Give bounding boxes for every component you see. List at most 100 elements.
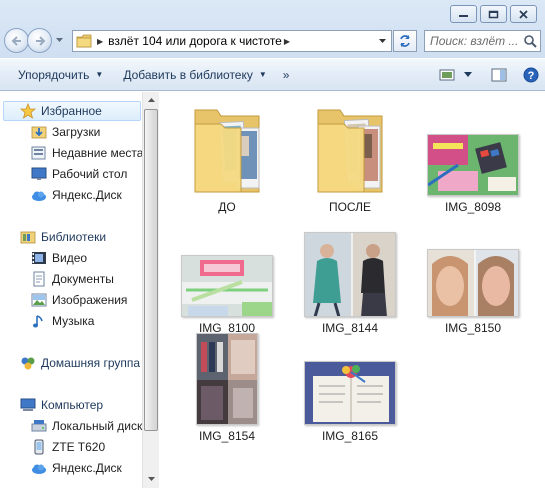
sidebar-item-zte-phone[interactable]: ZTE T620 (30, 437, 105, 457)
chevron-down-icon (378, 38, 386, 43)
sidebar-item-documents[interactable]: Документы (30, 269, 114, 289)
photo-thumbnail-desk-supplies (428, 135, 518, 195)
folder-icon (73, 31, 95, 51)
chevron-down-icon (55, 38, 63, 42)
address-bar[interactable]: ▶ взлёт 104 или дорога к чистоте ▶ (72, 30, 392, 52)
image-file-item[interactable]: IMG_8144 (295, 217, 405, 335)
add-to-library-button[interactable]: Добавить в библиотеку ▼ (115, 63, 274, 87)
image-thumbnail (423, 96, 523, 196)
image-file-item[interactable]: IMG_8150 (418, 217, 528, 335)
sidebar-item-label: Домашняя группа (41, 356, 141, 370)
more-commands-button[interactable]: » (275, 68, 296, 82)
file-list: ДО ПОСЛЕ IMG_8098 IMG_8100 IMG_8144 IMG_… (160, 92, 545, 488)
organize-menu-button[interactable]: Упорядочить ▼ (10, 63, 111, 87)
sidebar-item-label: Избранное (41, 104, 102, 118)
sidebar-item-desktop[interactable]: Рабочий стол (30, 164, 127, 184)
sidebar-item-downloads[interactable]: Загрузки (30, 122, 100, 142)
image-file-item[interactable]: IMG_8165 (295, 325, 405, 443)
chevron-down-icon (464, 72, 472, 77)
desktop-icon (30, 165, 48, 183)
help-icon: ? (523, 67, 539, 83)
sidebar-item-homegroup[interactable]: Домашняя группа (19, 353, 140, 373)
recent-pages-dropdown[interactable] (54, 28, 64, 53)
scroll-down-button[interactable] (143, 471, 159, 488)
folder-thumbnail (177, 96, 277, 196)
sidebar-item-label: Изображения (52, 293, 128, 307)
local-disk-icon (30, 417, 48, 435)
sidebar-item-label: Яндекс.Диск (52, 188, 122, 202)
image-file-item[interactable]: IMG_8098 (418, 96, 528, 214)
search-icon[interactable] (523, 34, 537, 48)
sidebar-item-label: Загрузки (52, 125, 101, 139)
maximize-icon (488, 10, 499, 18)
svg-text:?: ? (528, 70, 535, 82)
preview-pane-icon (491, 68, 507, 82)
sidebar-item-label: Документы (52, 272, 114, 286)
folder-icon (194, 109, 260, 193)
file-name: ДО (218, 200, 236, 214)
add-to-library-label: Добавить в библиотеку (123, 67, 253, 82)
file-name: ПОСЛЕ (328, 200, 372, 214)
sidebar-item-label: Музыка (52, 314, 95, 328)
forward-button[interactable] (27, 28, 52, 53)
sidebar-scrollbar[interactable] (142, 92, 159, 488)
folder-thumbnail (300, 96, 400, 196)
scroll-up-button[interactable] (143, 92, 159, 109)
breadcrumb-subfolder-arrow-icon[interactable]: ▶ (284, 37, 290, 46)
sidebar-item-pictures[interactable]: Изображения (30, 290, 127, 310)
chevron-down-icon: ▼ (258, 70, 267, 79)
change-view-button[interactable] (439, 63, 475, 87)
minimize-button[interactable] (450, 5, 477, 23)
command-bar: Упорядочить ▼ Добавить в библиотеку ▼ » … (0, 58, 545, 91)
sidebar-item-yandex-disk-2[interactable]: Яндекс.Диск (30, 458, 122, 478)
homegroup-icon (19, 354, 37, 372)
image-file-item[interactable]: IMG_8154 (172, 325, 282, 443)
sidebar-item-label: Локальный диск (52, 419, 142, 433)
breadcrumb-current-folder[interactable]: взлёт 104 или дорога к чистоте (108, 34, 282, 48)
image-thumbnail (423, 217, 523, 317)
sidebar-item-local-disk[interactable]: Локальный диск (30, 416, 142, 436)
chevron-down-icon: ▼ (95, 70, 104, 79)
downloads-folder-icon (30, 123, 48, 141)
star-icon (19, 102, 37, 120)
pictures-icon (30, 291, 48, 309)
photo-thumbnail-notebook-markers (182, 256, 272, 316)
folder-item[interactable]: ДО (172, 96, 282, 214)
sidebar-item-libraries[interactable]: Библиотеки (19, 227, 106, 247)
scrollbar-thumb[interactable] (144, 109, 158, 431)
cloud-disk-icon (30, 459, 48, 477)
navigation-buttons (4, 28, 64, 53)
back-button[interactable] (4, 28, 29, 53)
sidebar-item-music[interactable]: Музыка (30, 311, 94, 331)
breadcrumb-separator-icon[interactable]: ▶ (97, 37, 103, 46)
search-box[interactable] (424, 30, 541, 52)
arrow-right-icon (35, 35, 45, 46)
image-thumbnail (177, 217, 277, 317)
file-name: IMG_8154 (198, 429, 256, 443)
sidebar-item-video[interactable]: Видео (30, 248, 87, 268)
close-button[interactable] (510, 5, 537, 23)
sidebar-item-favorites[interactable]: Избранное (3, 101, 141, 121)
address-history-dropdown[interactable] (373, 31, 391, 51)
search-input[interactable] (430, 34, 520, 48)
refresh-icon (400, 35, 410, 47)
sidebar-item-computer[interactable]: Компьютер (19, 395, 103, 415)
organize-label: Упорядочить (18, 67, 90, 82)
recent-places-icon (30, 144, 48, 162)
sidebar-item-yandex-disk[interactable]: Яндекс.Диск (30, 185, 122, 205)
folder-icon (317, 109, 383, 193)
view-options-icon (439, 69, 455, 81)
computer-icon (19, 396, 37, 414)
maximize-button[interactable] (480, 5, 507, 23)
window-chrome: ▶ взлёт 104 или дорога к чистоте ▶ (0, 0, 545, 58)
folder-item[interactable]: ПОСЛЕ (295, 96, 405, 214)
image-thumbnail (300, 325, 400, 425)
image-thumbnail (300, 217, 400, 317)
refresh-button[interactable] (393, 30, 417, 52)
image-file-item[interactable]: IMG_8100 (172, 217, 282, 335)
window-controls (450, 5, 537, 23)
navigation-pane: Избранное Загрузки Недавние места Рабочи… (0, 92, 142, 488)
sidebar-item-recent-places[interactable]: Недавние места (30, 143, 142, 163)
help-button[interactable]: ? (523, 63, 539, 87)
preview-pane-button[interactable] (491, 63, 507, 87)
